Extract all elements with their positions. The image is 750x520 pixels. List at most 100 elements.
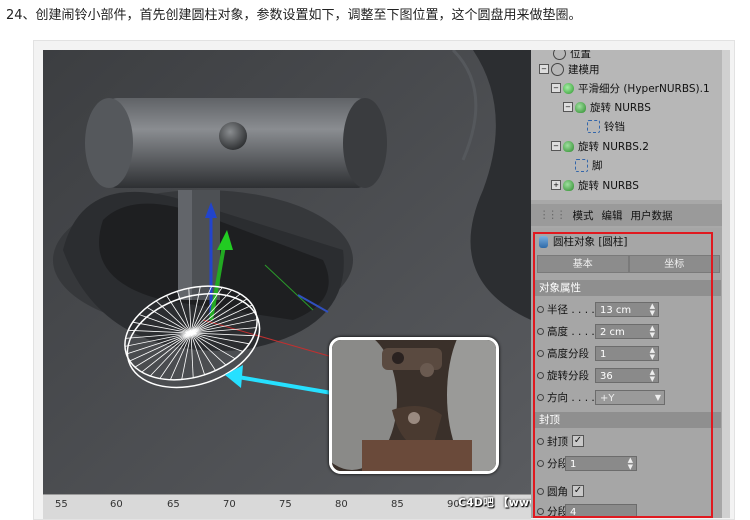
- tree-item-label: 旋转 NURBS.2: [578, 140, 649, 153]
- tree-item-label: 位置: [570, 50, 591, 60]
- ruler-tick: 60: [110, 499, 123, 510]
- spline-icon: [587, 119, 600, 133]
- tree-item-label: 脚: [592, 159, 603, 172]
- prop-label: 半径 . . . .: [547, 303, 595, 316]
- prop-label: 圆角: [547, 485, 568, 498]
- object-title: 圆柱对象 [圆柱]: [539, 234, 628, 249]
- prop-rotation-segments: 旋转分段: [537, 366, 589, 384]
- cylinder-icon: [539, 235, 548, 248]
- keyframe-dot-icon[interactable]: [537, 487, 544, 495]
- field-value: 13 cm: [600, 305, 632, 316]
- photo-content: [332, 340, 496, 471]
- tab-coord[interactable]: 坐标: [628, 255, 720, 273]
- tab-basic[interactable]: 基本: [537, 255, 629, 273]
- hypernurbs-icon: [563, 82, 574, 94]
- lathe-nurbs-icon: [563, 179, 574, 191]
- object-title-label: 圆柱对象 [圆柱]: [553, 236, 628, 248]
- prop-height: 高度 . . . .: [537, 322, 595, 340]
- tree-item[interactable]: − 旋转 NURBS: [563, 98, 651, 116]
- ruler-tick: 70: [223, 499, 236, 510]
- prop-label: 高度分段: [547, 347, 589, 360]
- prop-label: 旋转分段: [547, 369, 589, 382]
- keyframe-dot-icon[interactable]: [537, 327, 544, 335]
- prop-caps: 封顶 ✓: [537, 432, 584, 450]
- ruler-tick: 55: [55, 499, 68, 510]
- keyframe-dot-icon[interactable]: [537, 349, 544, 357]
- section-object-properties[interactable]: 对象属性: [535, 280, 721, 296]
- expand-icon[interactable]: +: [551, 180, 561, 190]
- tree-item[interactable]: − 平滑细分 (HyperNURBS).1: [551, 79, 710, 97]
- spinner-icon[interactable]: ▲ ▼: [650, 303, 655, 317]
- grip-icon: ⋮⋮⋮: [539, 209, 566, 221]
- spinner-icon[interactable]: ▲ ▼: [628, 457, 633, 471]
- right-panel: 位置 − 建模用 − 平滑细分 (HyperNURBS).1 − 旋转 NURB…: [531, 50, 722, 518]
- prop-fillet-segments: 分段: [537, 502, 568, 518]
- null-icon: [553, 50, 566, 60]
- spinner-icon[interactable]: ▲ ▼: [650, 347, 655, 361]
- tree-item-label: 铃铛: [604, 120, 625, 133]
- ruler-tick: 65: [167, 499, 180, 510]
- orientation-select[interactable]: +Y ▼: [595, 390, 665, 405]
- ruler-tick: 75: [279, 499, 292, 510]
- keyframe-dot-icon[interactable]: [537, 371, 544, 379]
- field-value: 2 cm: [600, 327, 625, 338]
- tree-item-label: 建模用: [568, 63, 600, 76]
- keyframe-dot-icon[interactable]: [537, 393, 544, 401]
- attribute-tabs: 基本 坐标: [537, 255, 720, 273]
- keyframe-dot-icon[interactable]: [537, 507, 544, 515]
- attribute-mode-bar: ⋮⋮⋮ 模式 编辑 用户数据: [531, 204, 722, 226]
- rotation-segments-field[interactable]: 36 ▲ ▼: [595, 368, 659, 383]
- keyframe-dot-icon[interactable]: [537, 437, 544, 445]
- menu-user-data[interactable]: 用户数据: [631, 208, 673, 223]
- ruler-tick: 80: [335, 499, 348, 510]
- prop-fillet: 圆角 ✓: [537, 482, 584, 500]
- prop-label: 封顶: [547, 435, 568, 448]
- prop-height-segments: 高度分段: [537, 344, 589, 362]
- field-value: 4: [570, 507, 577, 518]
- expand-icon[interactable]: −: [551, 83, 561, 93]
- tutorial-caption: 24、创建闹铃小部件，首先创建圆柱对象，参数设置如下，调整至下图位置，这个圆盘用…: [6, 8, 582, 23]
- reference-photo: [329, 337, 499, 474]
- prop-label: 高度 . . . .: [547, 325, 595, 338]
- lathe-nurbs-icon: [563, 140, 574, 152]
- menu-mode[interactable]: 模式: [573, 208, 594, 223]
- null-icon: [551, 62, 564, 76]
- tree-item[interactable]: + 旋转 NURBS: [551, 176, 639, 194]
- cap-segments-field[interactable]: 1 ▲ ▼: [565, 456, 637, 471]
- field-value: 1: [600, 349, 607, 360]
- keyframe-dot-icon[interactable]: [537, 305, 544, 313]
- caps-checkbox[interactable]: ✓: [572, 435, 584, 447]
- select-value: +Y: [600, 393, 615, 404]
- expand-icon[interactable]: −: [563, 102, 573, 112]
- tree-item[interactable]: 脚: [575, 156, 603, 174]
- tree-item[interactable]: − 旋转 NURBS.2: [551, 137, 649, 155]
- height-segments-field[interactable]: 1 ▲ ▼: [595, 346, 659, 361]
- keyframe-dot-icon[interactable]: [537, 459, 544, 467]
- 3d-viewport[interactable]: [43, 50, 531, 500]
- spline-icon: [575, 158, 588, 172]
- height-field[interactable]: 2 cm ▲ ▼: [595, 324, 659, 339]
- spinner-icon[interactable]: ▲ ▼: [650, 325, 655, 339]
- spinner-icon[interactable]: ▲ ▼: [650, 369, 655, 383]
- field-value: 36: [600, 371, 613, 382]
- tree-item[interactable]: − 建模用: [539, 60, 600, 78]
- expand-icon[interactable]: −: [551, 141, 561, 151]
- tree-item[interactable]: 铃铛: [587, 117, 625, 135]
- tree-item-label: 旋转 NURBS: [590, 101, 651, 114]
- radius-field[interactable]: 13 cm ▲ ▼: [595, 302, 659, 317]
- expand-icon[interactable]: −: [539, 64, 549, 74]
- tree-item-label: 旋转 NURBS: [578, 179, 639, 192]
- fillet-checkbox[interactable]: ✓: [572, 485, 584, 497]
- object-manager: 位置 − 建模用 − 平滑细分 (HyperNURBS).1 − 旋转 NURB…: [531, 50, 722, 200]
- field-value: 1: [570, 459, 577, 470]
- panel-scrollbar[interactable]: [722, 50, 730, 518]
- menu-edit[interactable]: 编辑: [602, 208, 623, 223]
- prop-orientation: 方向 . . . .: [537, 388, 595, 406]
- ruler-tick: 85: [391, 499, 404, 510]
- prop-radius: 半径 . . . .: [537, 300, 595, 318]
- fillet-segments-field[interactable]: 4: [565, 504, 637, 518]
- section-caps[interactable]: 封顶: [535, 412, 721, 428]
- prop-label: 方向 . . . .: [547, 391, 595, 404]
- lathe-nurbs-icon: [575, 101, 586, 113]
- attribute-manager: 圆柱对象 [圆柱] 基本 坐标 对象属性 半径 . . . . 13 cm ▲ ▼…: [531, 228, 722, 518]
